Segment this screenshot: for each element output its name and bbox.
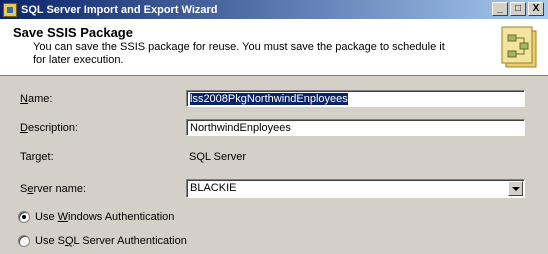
chevron-down-icon[interactable] [508, 181, 523, 196]
description-label: Description: [20, 122, 79, 134]
package-name-field[interactable]: lss2008PkgNorthwindEnployees [186, 90, 525, 107]
target-value: SQL Server [189, 151, 247, 163]
target-label: Target: [20, 151, 54, 163]
package-description-field[interactable]: NorthwindEnployees [186, 119, 525, 136]
server-name-dropdown[interactable]: BLACKIE [186, 179, 525, 198]
windows-auth-label: Use Windows Authentication [35, 211, 175, 223]
server-name-value: BLACKIE [190, 182, 237, 194]
sql-auth-option[interactable]: Use SQL Server Authentication [18, 235, 187, 247]
title-bar: SQL Server Import and Export Wizard _ □ … [0, 0, 548, 19]
package-description-value: NorthwindEnployees [190, 122, 291, 134]
page-description: You can save the SSIS package for reuse.… [33, 41, 445, 66]
sql-auth-label: Use SQL Server Authentication [35, 235, 187, 247]
wizard-app-icon [3, 2, 17, 17]
wizard-header: Save SSIS Package You can save the SSIS … [0, 19, 548, 76]
window-controls: _ □ X [492, 2, 544, 16]
package-name-value: lss2008PkgNorthwindEnployees [190, 93, 348, 105]
windows-auth-option[interactable]: Use Windows Authentication [18, 211, 174, 223]
server-name-label: Server name: [20, 183, 87, 195]
close-button[interactable]: X [528, 2, 544, 16]
window-title: SQL Server Import and Export Wizard [21, 3, 218, 16]
windows-auth-radio[interactable] [18, 211, 30, 223]
minimize-button[interactable]: _ [492, 2, 508, 16]
maximize-button[interactable]: □ [510, 2, 526, 16]
page-title: Save SSIS Package [13, 25, 133, 40]
name-label: Name: [20, 93, 53, 105]
sql-auth-radio[interactable] [18, 235, 30, 247]
package-icon [501, 26, 537, 68]
